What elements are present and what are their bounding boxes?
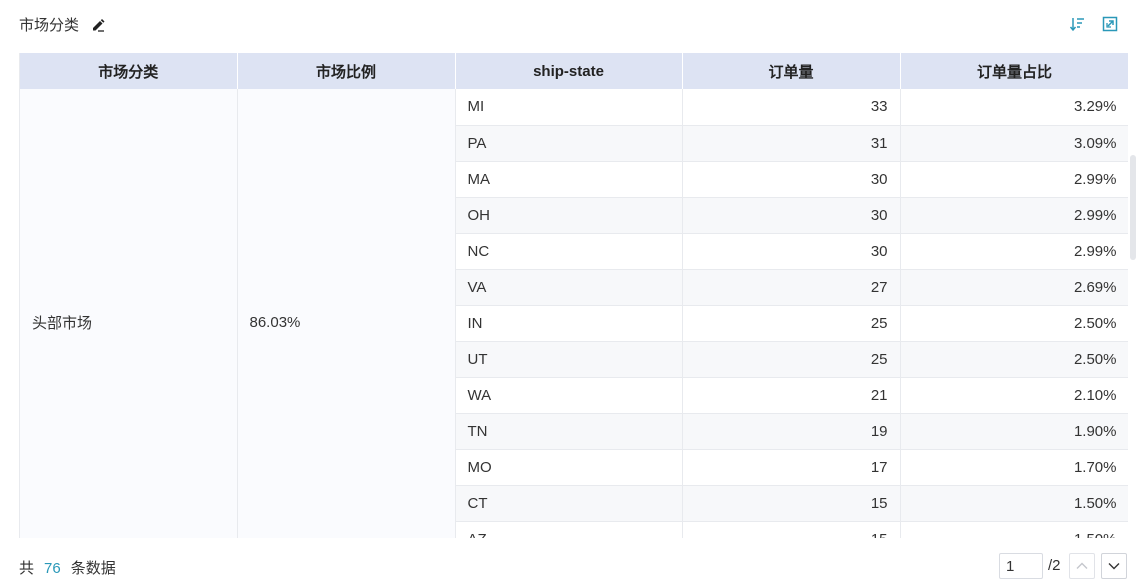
cell-state: PA: [455, 125, 683, 162]
cell-state: UT: [455, 341, 683, 378]
cell-state: IN: [455, 305, 683, 342]
cell-state: NC: [455, 233, 683, 270]
next-page-button[interactable]: [1101, 553, 1127, 579]
cell-share: 3.09%: [900, 125, 1128, 162]
cell-state: MA: [455, 161, 683, 198]
column-header[interactable]: 市场比例: [237, 53, 456, 89]
cell-share: 2.69%: [900, 269, 1128, 306]
cell-share: 1.90%: [900, 413, 1128, 450]
column-header[interactable]: 订单量占比: [900, 53, 1128, 89]
page-total: /2: [1048, 557, 1061, 574]
table-panel: 市场分类 市场分类 市场比例 ship-state 订单量 订单量占比 头部市场…: [0, 0, 1141, 588]
cell-orders: 21: [682, 377, 901, 414]
cell-state: OH: [455, 197, 683, 234]
prev-page-button[interactable]: [1069, 553, 1095, 579]
total-suffix: 条数据: [70, 560, 116, 577]
column-header[interactable]: 市场分类: [20, 53, 238, 89]
cell-state: TN: [455, 413, 683, 450]
cell-share: 2.99%: [900, 197, 1128, 234]
cell-share: 2.99%: [900, 233, 1128, 270]
cell-orders: 19: [682, 413, 901, 450]
chevron-down-icon: [1108, 563, 1120, 570]
cell-orders: 15: [682, 485, 901, 522]
chevron-up-icon: [1076, 562, 1088, 569]
cell-orders: 25: [682, 305, 901, 342]
cell-orders: 27: [682, 269, 901, 306]
cell-category: 头部市场: [20, 89, 238, 538]
cell-state: VA: [455, 269, 683, 306]
cell-orders: 25: [682, 341, 901, 378]
cell-share: 2.50%: [900, 305, 1128, 342]
pagination-bar: 共 76 条数据 /2: [0, 540, 1141, 588]
cell-orders: 31: [682, 125, 901, 162]
cell-share: 3.29%: [900, 89, 1128, 126]
vertical-scrollbar[interactable]: [1130, 155, 1136, 260]
cell-orders: 30: [682, 197, 901, 234]
cell-state: MO: [455, 449, 683, 486]
table-row: 头部市场 86.03% MI 33 3.29%: [20, 89, 1128, 538]
cell-orders: 15: [682, 521, 901, 538]
cell-share: 1.70%: [900, 449, 1128, 486]
cell-share: 1.50%: [900, 521, 1128, 538]
cell-share: 2.99%: [900, 161, 1128, 198]
cell-share: 1.50%: [900, 485, 1128, 522]
cell-state: WA: [455, 377, 683, 414]
data-table: 市场分类 市场比例 ship-state 订单量 订单量占比 头部市场 86.03…: [19, 53, 1128, 538]
total-count: 共 76 条数据: [19, 557, 116, 578]
cell-orders: 17: [682, 449, 901, 486]
column-header[interactable]: ship-state: [455, 53, 683, 89]
panel-header: 市场分类: [0, 0, 1141, 52]
cell-share: 2.10%: [900, 377, 1128, 414]
cell-state: CT: [455, 485, 683, 522]
column-header[interactable]: 订单量: [682, 53, 901, 89]
table-header-row: 市场分类 市场比例 ship-state 订单量 订单量占比: [20, 53, 1128, 89]
total-prefix: 共: [19, 560, 35, 577]
cell-orders: 30: [682, 161, 901, 198]
panel-title: 市场分类: [19, 17, 80, 34]
expand-icon[interactable]: [1102, 16, 1118, 32]
cell-orders: 33: [682, 89, 901, 126]
cell-orders: 30: [682, 233, 901, 270]
cell-state: MI: [455, 89, 683, 126]
total-count-value: 76: [44, 560, 61, 577]
cell-share: 2.50%: [900, 341, 1128, 378]
page-number-input[interactable]: [999, 553, 1043, 579]
edit-icon[interactable]: [90, 17, 106, 33]
sort-icon[interactable]: [1069, 16, 1085, 32]
cell-ratio: 86.03%: [237, 89, 456, 538]
cell-state: AZ: [455, 521, 683, 538]
